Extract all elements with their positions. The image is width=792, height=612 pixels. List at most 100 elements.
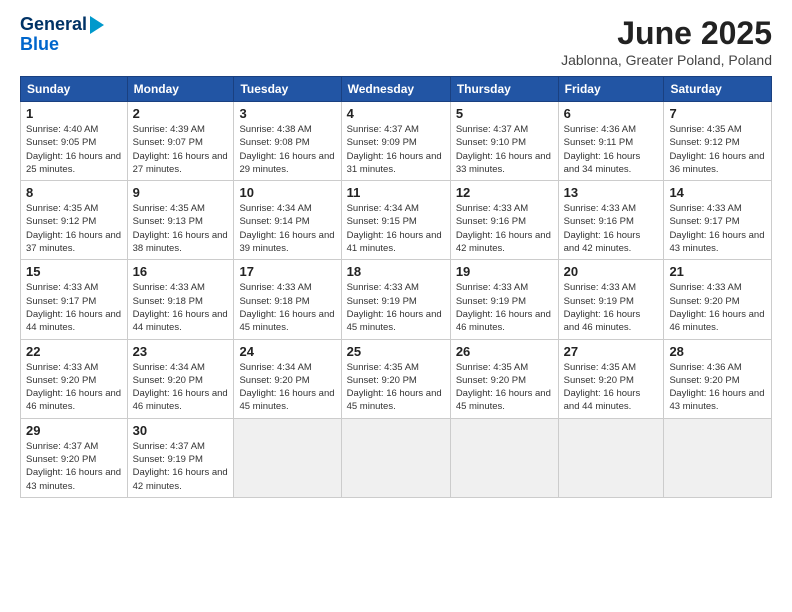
day-info: Sunrise: 4:33 AMSunset: 9:17 PMDaylight:… (26, 281, 122, 334)
table-row: 16 Sunrise: 4:33 AMSunset: 9:18 PMDaylig… (127, 260, 234, 339)
location: Jablonna, Greater Poland, Poland (561, 52, 772, 68)
header-wednesday: Wednesday (341, 77, 450, 102)
table-row: 12 Sunrise: 4:33 AMSunset: 9:16 PMDaylig… (450, 181, 558, 260)
table-row (664, 418, 772, 497)
table-row: 24 Sunrise: 4:34 AMSunset: 9:20 PMDaylig… (234, 339, 341, 418)
calendar-row: 15 Sunrise: 4:33 AMSunset: 9:17 PMDaylig… (21, 260, 772, 339)
day-number: 18 (347, 264, 445, 279)
day-info: Sunrise: 4:33 AMSunset: 9:20 PMDaylight:… (26, 361, 122, 414)
day-number: 22 (26, 344, 122, 359)
table-row: 25 Sunrise: 4:35 AMSunset: 9:20 PMDaylig… (341, 339, 450, 418)
day-number: 8 (26, 185, 122, 200)
page: General Blue June 2025 Jablonna, Greater… (0, 0, 792, 612)
day-info: Sunrise: 4:34 AMSunset: 9:20 PMDaylight:… (133, 361, 229, 414)
day-info: Sunrise: 4:33 AMSunset: 9:19 PMDaylight:… (456, 281, 553, 334)
day-number: 20 (564, 264, 659, 279)
table-row: 6 Sunrise: 4:36 AMSunset: 9:11 PMDayligh… (558, 102, 664, 181)
table-row: 22 Sunrise: 4:33 AMSunset: 9:20 PMDaylig… (21, 339, 128, 418)
table-row: 5 Sunrise: 4:37 AMSunset: 9:10 PMDayligh… (450, 102, 558, 181)
day-info: Sunrise: 4:34 AMSunset: 9:14 PMDaylight:… (239, 202, 335, 255)
day-number: 12 (456, 185, 553, 200)
day-number: 4 (347, 106, 445, 121)
weekday-header-row: Sunday Monday Tuesday Wednesday Thursday… (21, 77, 772, 102)
table-row: 29 Sunrise: 4:37 AMSunset: 9:20 PMDaylig… (21, 418, 128, 497)
table-row: 15 Sunrise: 4:33 AMSunset: 9:17 PMDaylig… (21, 260, 128, 339)
title-area: June 2025 Jablonna, Greater Poland, Pola… (561, 15, 772, 68)
table-row: 9 Sunrise: 4:35 AMSunset: 9:13 PMDayligh… (127, 181, 234, 260)
day-info: Sunrise: 4:33 AMSunset: 9:20 PMDaylight:… (669, 281, 766, 334)
day-number: 16 (133, 264, 229, 279)
calendar-row: 29 Sunrise: 4:37 AMSunset: 9:20 PMDaylig… (21, 418, 772, 497)
logo-text: General Blue (20, 15, 104, 55)
day-info: Sunrise: 4:37 AMSunset: 9:10 PMDaylight:… (456, 123, 553, 176)
table-row (450, 418, 558, 497)
table-row: 3 Sunrise: 4:38 AMSunset: 9:08 PMDayligh… (234, 102, 341, 181)
day-number: 5 (456, 106, 553, 121)
day-number: 15 (26, 264, 122, 279)
day-info: Sunrise: 4:35 AMSunset: 9:20 PMDaylight:… (456, 361, 553, 414)
day-number: 3 (239, 106, 335, 121)
table-row: 28 Sunrise: 4:36 AMSunset: 9:20 PMDaylig… (664, 339, 772, 418)
table-row: 20 Sunrise: 4:33 AMSunset: 9:19 PMDaylig… (558, 260, 664, 339)
table-row: 19 Sunrise: 4:33 AMSunset: 9:19 PMDaylig… (450, 260, 558, 339)
day-number: 29 (26, 423, 122, 438)
day-info: Sunrise: 4:39 AMSunset: 9:07 PMDaylight:… (133, 123, 229, 176)
table-row: 8 Sunrise: 4:35 AMSunset: 9:12 PMDayligh… (21, 181, 128, 260)
table-row: 26 Sunrise: 4:35 AMSunset: 9:20 PMDaylig… (450, 339, 558, 418)
header-saturday: Saturday (664, 77, 772, 102)
day-number: 19 (456, 264, 553, 279)
day-info: Sunrise: 4:35 AMSunset: 9:13 PMDaylight:… (133, 202, 229, 255)
day-info: Sunrise: 4:33 AMSunset: 9:19 PMDaylight:… (564, 281, 659, 334)
day-info: Sunrise: 4:33 AMSunset: 9:19 PMDaylight:… (347, 281, 445, 334)
day-info: Sunrise: 4:33 AMSunset: 9:18 PMDaylight:… (239, 281, 335, 334)
day-number: 11 (347, 185, 445, 200)
table-row: 1 Sunrise: 4:40 AMSunset: 9:05 PMDayligh… (21, 102, 128, 181)
day-info: Sunrise: 4:34 AMSunset: 9:15 PMDaylight:… (347, 202, 445, 255)
day-number: 26 (456, 344, 553, 359)
table-row: 2 Sunrise: 4:39 AMSunset: 9:07 PMDayligh… (127, 102, 234, 181)
day-info: Sunrise: 4:35 AMSunset: 9:12 PMDaylight:… (26, 202, 122, 255)
day-number: 9 (133, 185, 229, 200)
table-row: 14 Sunrise: 4:33 AMSunset: 9:17 PMDaylig… (664, 181, 772, 260)
logo-general: General (20, 15, 87, 35)
day-info: Sunrise: 4:36 AMSunset: 9:11 PMDaylight:… (564, 123, 659, 176)
day-info: Sunrise: 4:35 AMSunset: 9:20 PMDaylight:… (347, 361, 445, 414)
table-row: 30 Sunrise: 4:37 AMSunset: 9:19 PMDaylig… (127, 418, 234, 497)
logo: General Blue (20, 15, 104, 55)
day-info: Sunrise: 4:36 AMSunset: 9:20 PMDaylight:… (669, 361, 766, 414)
table-row (341, 418, 450, 497)
calendar-row: 1 Sunrise: 4:40 AMSunset: 9:05 PMDayligh… (21, 102, 772, 181)
table-row: 27 Sunrise: 4:35 AMSunset: 9:20 PMDaylig… (558, 339, 664, 418)
header-monday: Monday (127, 77, 234, 102)
day-info: Sunrise: 4:38 AMSunset: 9:08 PMDaylight:… (239, 123, 335, 176)
day-number: 7 (669, 106, 766, 121)
day-number: 28 (669, 344, 766, 359)
header-sunday: Sunday (21, 77, 128, 102)
table-row: 13 Sunrise: 4:33 AMSunset: 9:16 PMDaylig… (558, 181, 664, 260)
header-thursday: Thursday (450, 77, 558, 102)
day-info: Sunrise: 4:33 AMSunset: 9:16 PMDaylight:… (564, 202, 659, 255)
day-info: Sunrise: 4:34 AMSunset: 9:20 PMDaylight:… (239, 361, 335, 414)
day-number: 30 (133, 423, 229, 438)
day-info: Sunrise: 4:35 AMSunset: 9:20 PMDaylight:… (564, 361, 659, 414)
day-number: 6 (564, 106, 659, 121)
table-row: 7 Sunrise: 4:35 AMSunset: 9:12 PMDayligh… (664, 102, 772, 181)
day-info: Sunrise: 4:37 AMSunset: 9:09 PMDaylight:… (347, 123, 445, 176)
day-number: 17 (239, 264, 335, 279)
day-number: 14 (669, 185, 766, 200)
calendar-row: 22 Sunrise: 4:33 AMSunset: 9:20 PMDaylig… (21, 339, 772, 418)
table-row: 4 Sunrise: 4:37 AMSunset: 9:09 PMDayligh… (341, 102, 450, 181)
table-row: 17 Sunrise: 4:33 AMSunset: 9:18 PMDaylig… (234, 260, 341, 339)
day-info: Sunrise: 4:33 AMSunset: 9:18 PMDaylight:… (133, 281, 229, 334)
table-row: 18 Sunrise: 4:33 AMSunset: 9:19 PMDaylig… (341, 260, 450, 339)
calendar-table: Sunday Monday Tuesday Wednesday Thursday… (20, 76, 772, 498)
day-number: 25 (347, 344, 445, 359)
day-number: 1 (26, 106, 122, 121)
day-info: Sunrise: 4:33 AMSunset: 9:16 PMDaylight:… (456, 202, 553, 255)
table-row (558, 418, 664, 497)
day-info: Sunrise: 4:33 AMSunset: 9:17 PMDaylight:… (669, 202, 766, 255)
day-number: 13 (564, 185, 659, 200)
header-tuesday: Tuesday (234, 77, 341, 102)
day-number: 21 (669, 264, 766, 279)
day-number: 27 (564, 344, 659, 359)
